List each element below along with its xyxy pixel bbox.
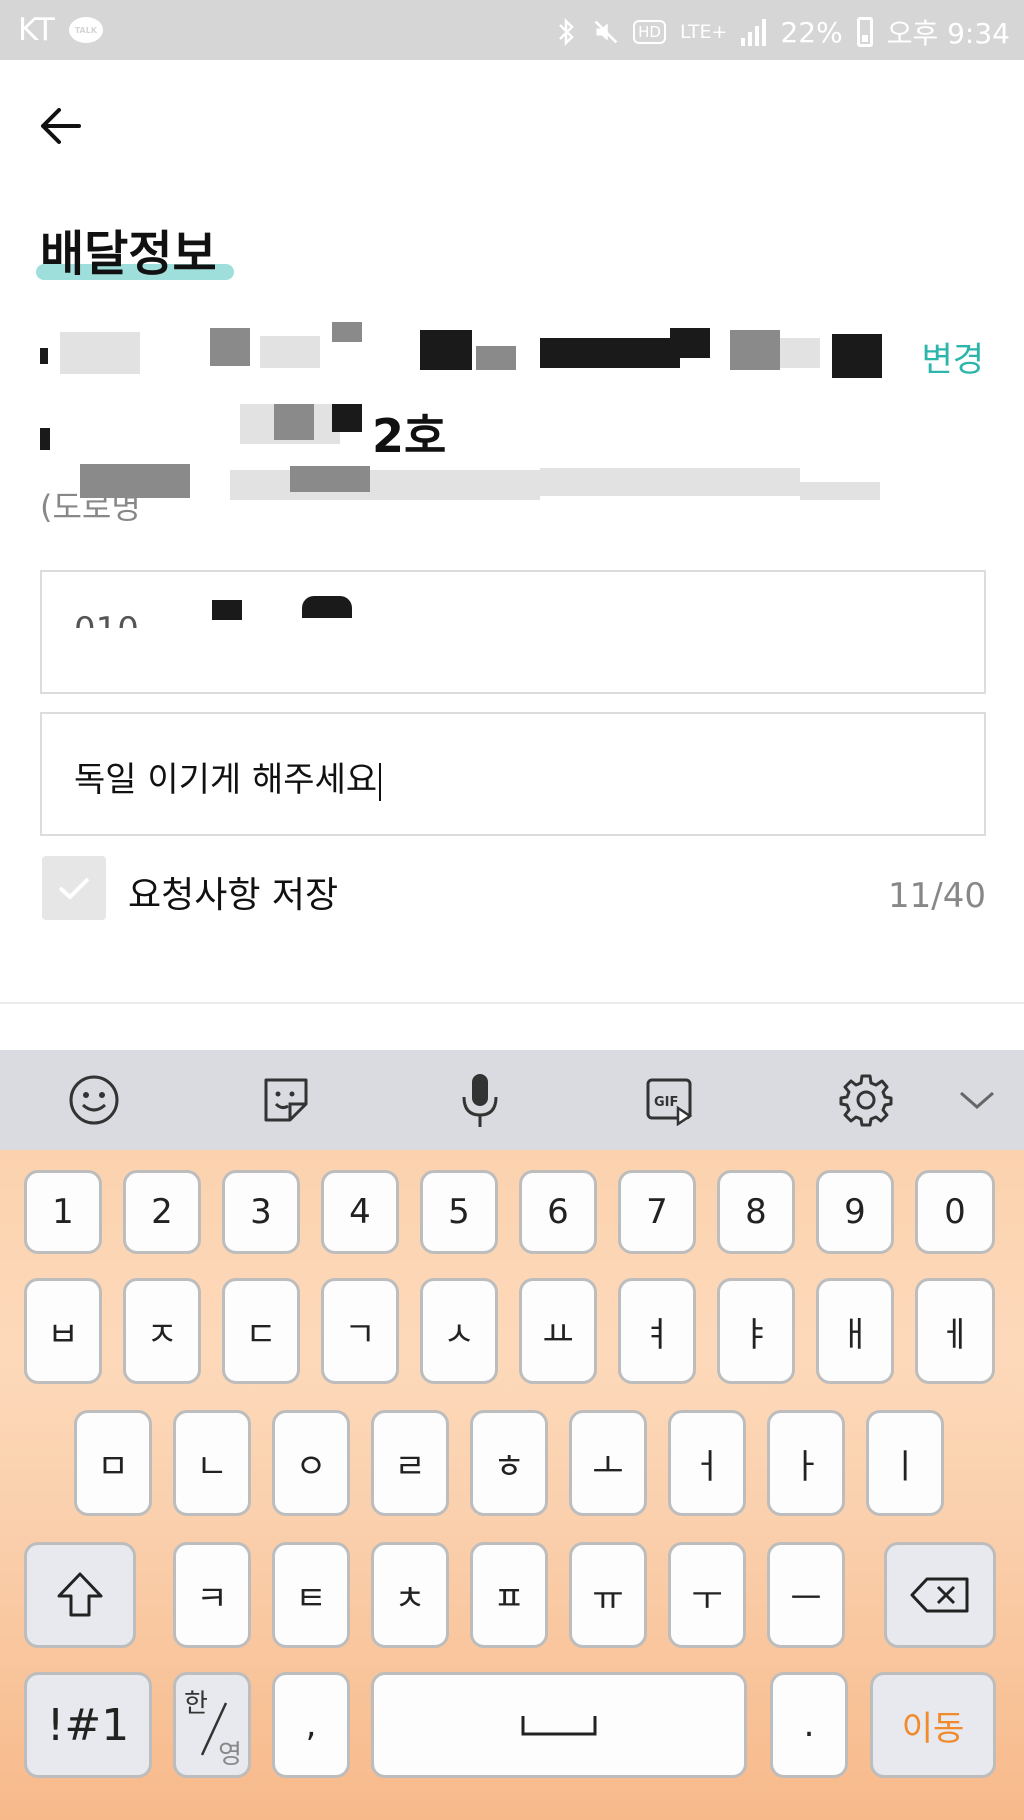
key-ae[interactable]: ㅐ [816, 1278, 894, 1384]
phone-field[interactable]: 010 [40, 570, 986, 694]
settings-icon [839, 1074, 893, 1127]
key-chieut[interactable]: ㅊ [371, 1542, 449, 1648]
gif-button[interactable]: GIF [638, 1068, 702, 1132]
key-eu[interactable]: ㅡ [767, 1542, 845, 1648]
key-pieup[interactable]: ㅍ [470, 1542, 548, 1648]
sticker-icon [264, 1078, 308, 1122]
collapse-keyboard-button[interactable] [945, 1068, 1009, 1132]
comma-key[interactable]: , [272, 1672, 350, 1778]
emoji-icon [69, 1075, 119, 1125]
voice-input-button[interactable] [448, 1068, 512, 1132]
backspace-icon [910, 1577, 969, 1613]
key-8[interactable]: 8 [717, 1170, 795, 1254]
microphone-icon [462, 1074, 498, 1127]
key-mieum[interactable]: ㅁ [74, 1410, 152, 1516]
key-e[interactable]: ㅔ [915, 1278, 995, 1384]
status-bar: KT TALK HD LTE+ 22% 오후 9:34 [0, 0, 1024, 60]
arrow-left-icon [41, 108, 81, 144]
hd-voice-icon: HD [633, 20, 666, 44]
save-request-checkbox[interactable] [42, 856, 106, 920]
key-jieut[interactable]: ㅈ [123, 1278, 201, 1384]
request-value: 독일 이기게 해주세요 [74, 760, 378, 800]
korean-keyboard: 1 2 3 4 5 6 7 8 9 0 ㅂ ㅈ ㄷ ㄱ ㅅ ㅛ ㅕ ㅑ ㅐ ㅔ … [0, 1150, 1024, 1820]
key-9[interactable]: 9 [816, 1170, 894, 1254]
key-6[interactable]: 6 [519, 1170, 597, 1254]
key-digeut[interactable]: ㄷ [222, 1278, 300, 1384]
key-yo[interactable]: ㅛ [519, 1278, 597, 1384]
divider [0, 1002, 1024, 1004]
backspace-key[interactable] [884, 1542, 996, 1648]
key-rieul[interactable]: ㄹ [371, 1410, 449, 1516]
key-bieup[interactable]: ㅂ [24, 1278, 102, 1384]
chevron-down-icon [960, 1091, 994, 1109]
address-line-2: 2호 [40, 400, 520, 463]
key-u[interactable]: ㅜ [668, 1542, 746, 1648]
key-siot[interactable]: ㅅ [420, 1278, 498, 1384]
key-eo[interactable]: ㅓ [668, 1410, 746, 1516]
address-line-1 [40, 322, 882, 380]
kakaotalk-notification-icon: TALK [68, 17, 103, 43]
signal-icon [741, 18, 767, 46]
emoji-button[interactable] [62, 1068, 126, 1132]
back-button[interactable] [30, 96, 90, 156]
key-5[interactable]: 5 [420, 1170, 498, 1254]
shift-arrow-icon [57, 1572, 103, 1617]
key-ya[interactable]: ㅑ [717, 1278, 795, 1384]
key-1[interactable]: 1 [24, 1170, 102, 1254]
address-unit-suffix: 2호 [372, 409, 447, 463]
character-count: 11/40 [888, 876, 986, 916]
key-o[interactable]: ㅗ [569, 1410, 647, 1516]
key-0[interactable]: 0 [915, 1170, 995, 1254]
key-nieun[interactable]: ㄴ [173, 1410, 251, 1516]
delivery-request-field[interactable]: 독일 이기게 해주세요 [40, 712, 986, 836]
language-toggle-key[interactable]: 한 영 [173, 1672, 251, 1778]
keyboard-settings-button[interactable] [834, 1068, 898, 1132]
key-giyeok[interactable]: ㄱ [321, 1278, 399, 1384]
key-3[interactable]: 3 [222, 1170, 300, 1254]
space-bar-icon [521, 1716, 597, 1736]
gif-icon: GIF [646, 1078, 693, 1126]
key-tieut[interactable]: ㅌ [272, 1542, 350, 1648]
key-i[interactable]: ㅣ [866, 1410, 944, 1516]
space-key[interactable] [371, 1672, 747, 1778]
address-road-name: (도로명 [40, 464, 880, 526]
lang-english-label: 영 [218, 1740, 242, 1770]
key-yeo[interactable]: ㅕ [618, 1278, 696, 1384]
shift-key[interactable] [24, 1542, 136, 1648]
period-key[interactable]: . [770, 1672, 848, 1778]
carrier-label: KT [18, 12, 55, 48]
key-7[interactable]: 7 [618, 1170, 696, 1254]
key-hieut[interactable]: ㅎ [470, 1410, 548, 1516]
key-yu[interactable]: ㅠ [569, 1542, 647, 1648]
checkmark-icon [58, 877, 90, 900]
save-request-label: 요청사항 저장 [128, 875, 339, 916]
bluetooth-icon [559, 17, 574, 47]
key-ieung[interactable]: ㅇ [272, 1410, 350, 1516]
key-a[interactable]: ㅏ [767, 1410, 845, 1516]
keyboard-toolbar: GIF [0, 1050, 1024, 1150]
svg-text:GIF: GIF [654, 1095, 678, 1110]
symbols-key[interactable]: !#1 [24, 1672, 152, 1778]
address-change-button[interactable]: 변경 [921, 332, 984, 381]
sticker-button[interactable] [254, 1068, 318, 1132]
go-action-key[interactable]: 이동 [870, 1672, 996, 1778]
key-4[interactable]: 4 [321, 1170, 399, 1254]
network-type: LTE+ [679, 21, 728, 43]
battery-icon [856, 17, 873, 47]
battery-percent: 22% [780, 15, 843, 49]
text-caret [379, 762, 382, 801]
key-2[interactable]: 2 [123, 1170, 201, 1254]
mute-icon [594, 20, 618, 44]
page-title: 배달정보 [40, 226, 217, 282]
clock: 오후 9:34 [886, 17, 1010, 50]
key-kieuk[interactable]: ㅋ [173, 1542, 251, 1648]
